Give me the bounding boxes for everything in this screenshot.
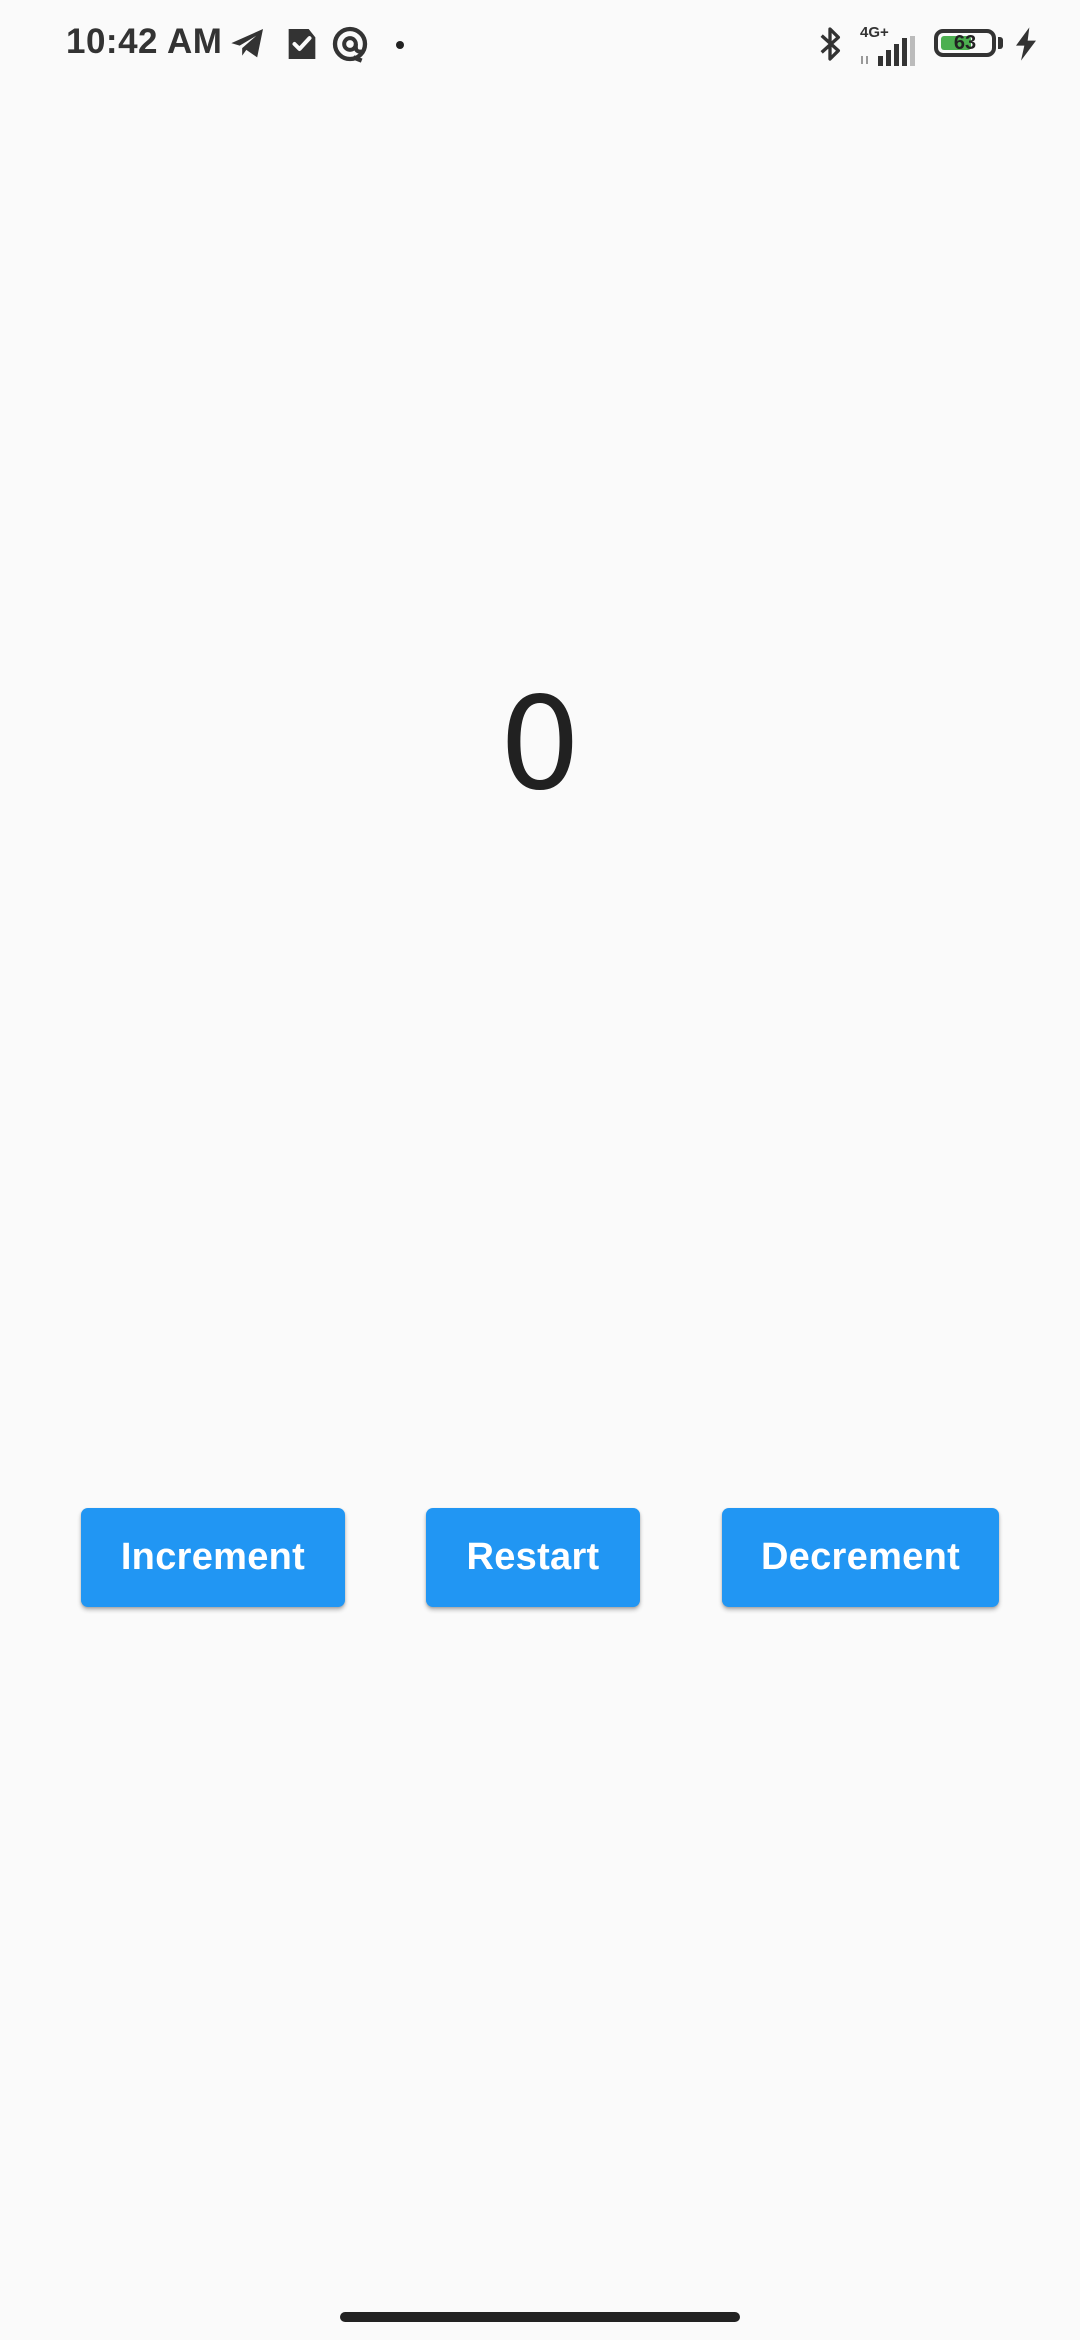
battery-icon: 63 (934, 29, 996, 57)
telegram-icon (231, 29, 263, 58)
increment-button[interactable]: Increment (81, 1508, 345, 1607)
at-sign-icon (332, 26, 368, 63)
battery-level: 63 (953, 32, 977, 54)
restart-button[interactable]: Restart (426, 1508, 640, 1607)
charging-icon (1016, 27, 1036, 61)
task-check-icon (288, 29, 316, 59)
signal-icon (861, 36, 915, 66)
decrement-button[interactable]: Decrement (722, 1508, 999, 1607)
home-indicator[interactable] (340, 2312, 740, 2322)
bluetooth-icon (820, 27, 840, 61)
notification-dot (396, 41, 404, 49)
counter-value: 0 (499, 670, 581, 819)
status-bar: 10:42 AM 4G+ 63 (0, 0, 1080, 90)
battery-nub (998, 37, 1003, 49)
status-time: 10:42 AM (66, 22, 223, 61)
